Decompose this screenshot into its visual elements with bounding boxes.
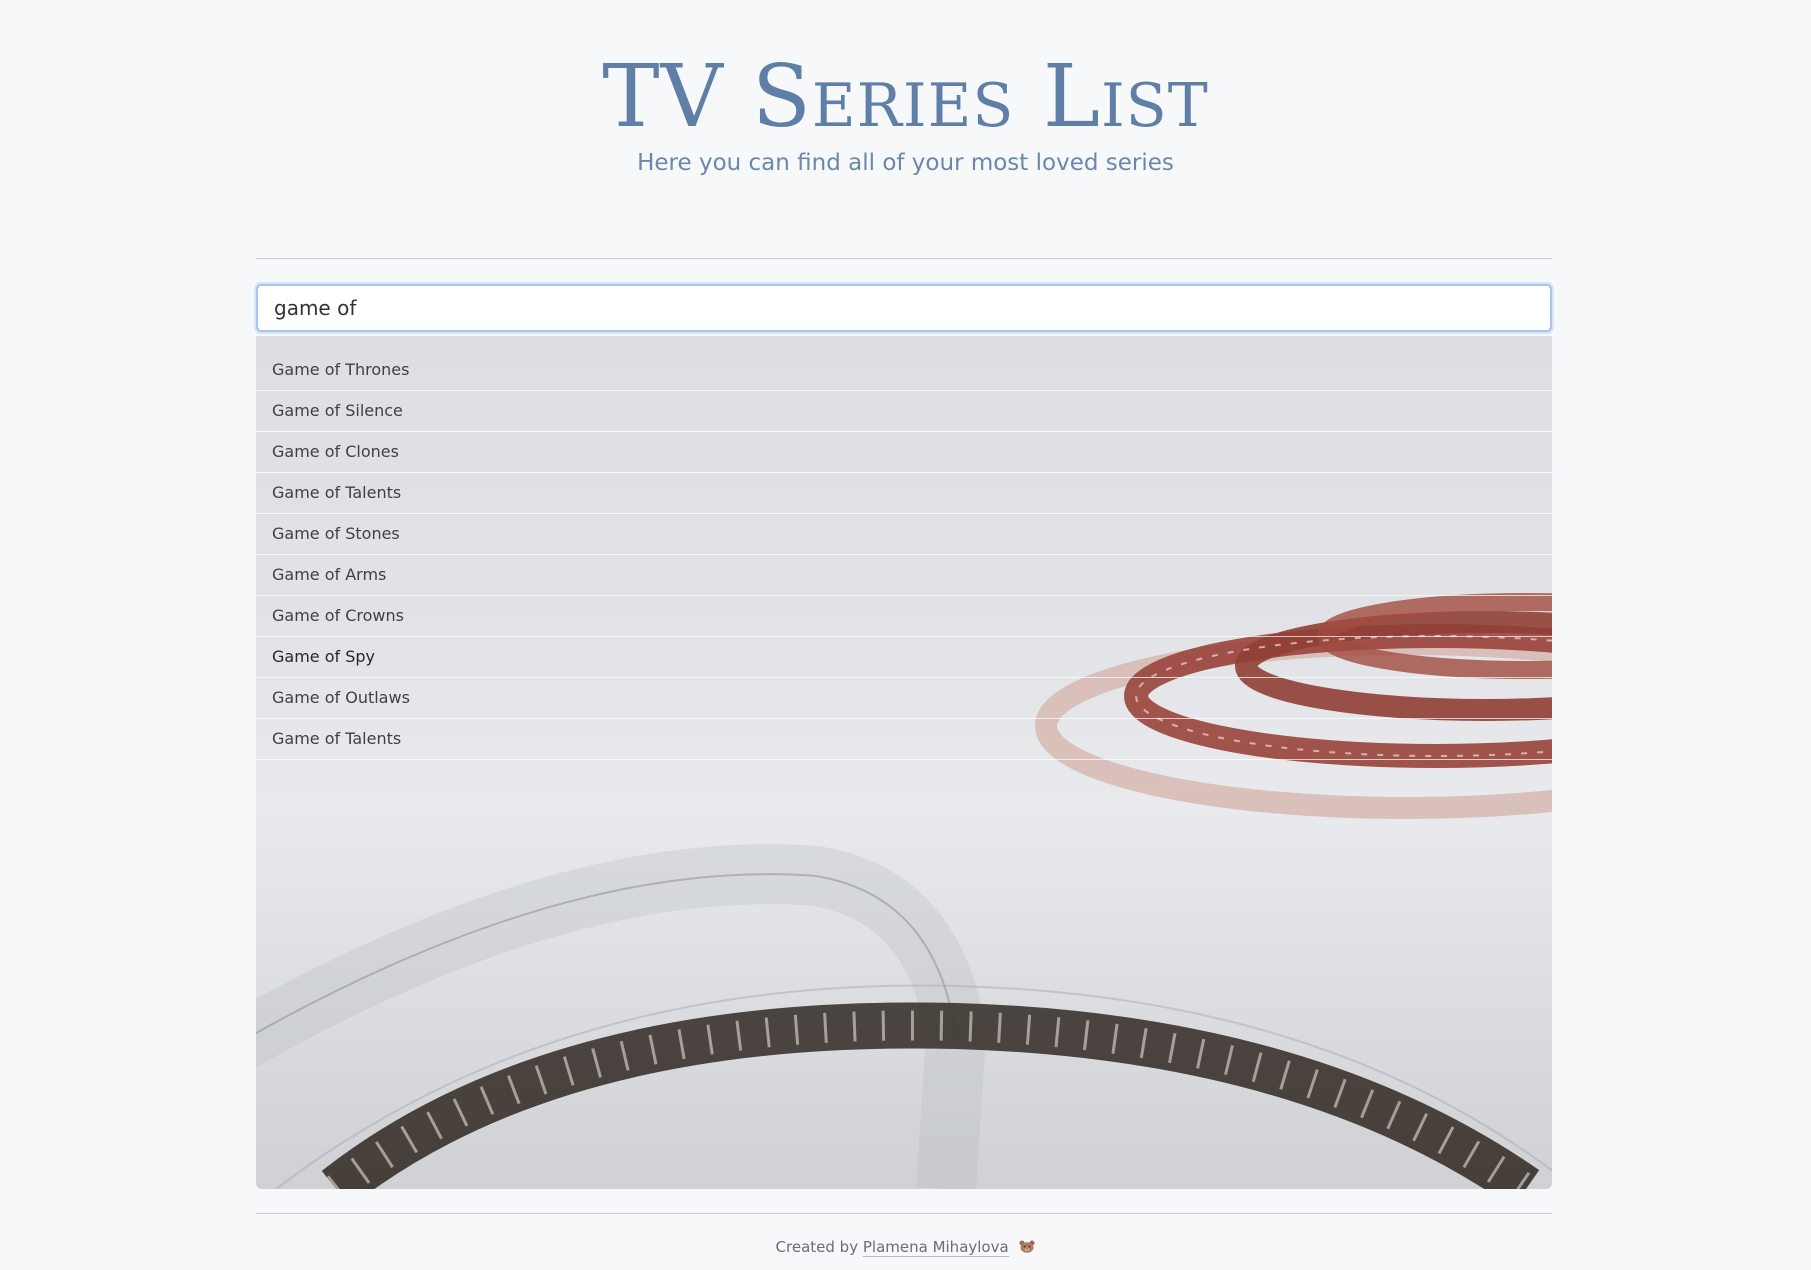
result-item[interactable]: Game of Stones — [256, 514, 1552, 555]
result-item[interactable]: Game of Talents — [256, 473, 1552, 514]
results-panel: Game of Thrones Game of Silence Game of … — [256, 336, 1552, 1189]
footer: Created by Plamena Mihaylova — [0, 1238, 1811, 1257]
result-item[interactable]: Game of Spy — [256, 637, 1552, 678]
results-list: Game of Thrones Game of Silence Game of … — [256, 350, 1552, 760]
bear-face-icon — [1019, 1240, 1035, 1253]
page-subtitle: Here you can find all of your most loved… — [637, 150, 1174, 176]
footer-credit-prefix: Created by — [775, 1238, 859, 1256]
search-box — [256, 284, 1552, 332]
author-link[interactable]: Plamena Mihaylova — [862, 1238, 1009, 1257]
result-item[interactable]: Game of Outlaws — [256, 678, 1552, 719]
top-divider — [256, 258, 1552, 259]
result-item[interactable]: Game of Thrones — [256, 350, 1552, 391]
result-item[interactable]: Game of Silence — [256, 391, 1552, 432]
result-item[interactable]: Game of Crowns — [256, 596, 1552, 637]
result-item[interactable]: Game of Arms — [256, 555, 1552, 596]
result-item[interactable]: Game of Talents — [256, 719, 1552, 760]
search-input[interactable] — [256, 284, 1552, 332]
bottom-divider — [256, 1213, 1552, 1214]
result-item[interactable]: Game of Clones — [256, 432, 1552, 473]
page-title: TV Series List — [602, 47, 1209, 147]
